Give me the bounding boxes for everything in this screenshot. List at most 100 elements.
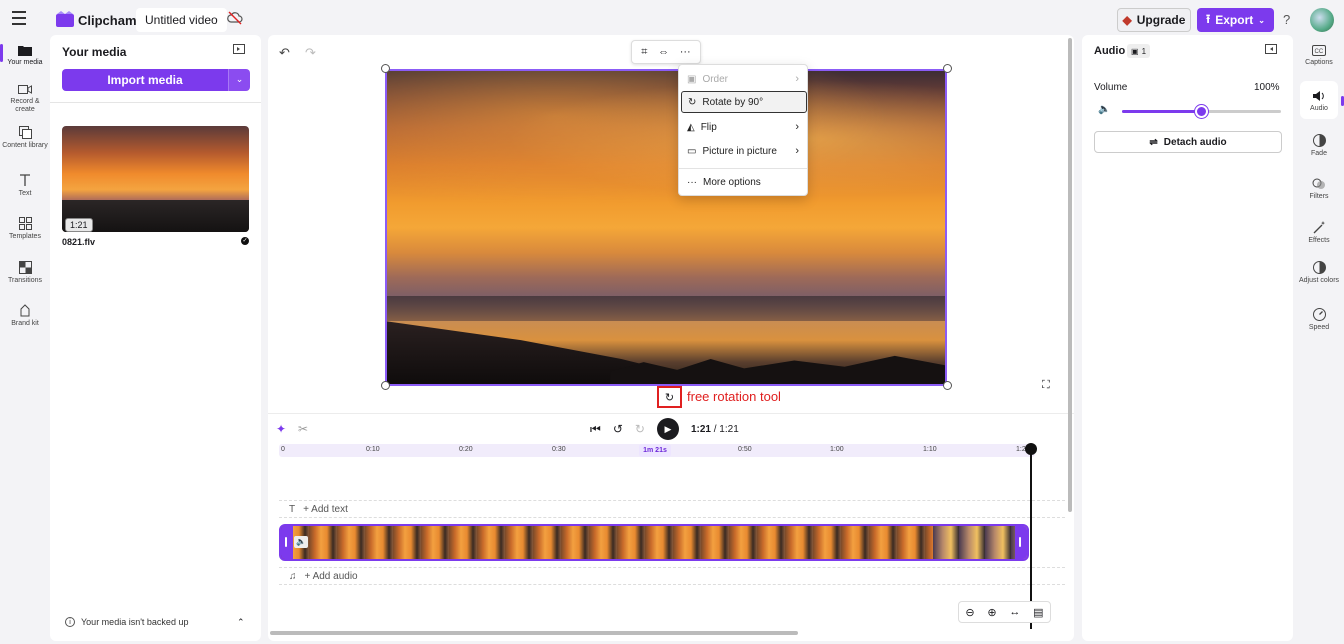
media-duration: 1:21	[65, 218, 93, 232]
ruler-tick: 0:50	[738, 446, 752, 453]
chevron-right-icon: ›	[795, 145, 799, 157]
vertical-scrollbar[interactable]	[1068, 38, 1072, 512]
music-note-icon: ♫	[289, 570, 297, 582]
effects-icon	[1313, 221, 1325, 234]
rewind-5-icon[interactable]: ↺	[613, 422, 623, 436]
resize-handle[interactable]	[943, 64, 952, 73]
fullscreen-icon[interactable]: ⛶	[1042, 379, 1050, 392]
check-icon: ✓	[241, 237, 249, 245]
grip-icon	[285, 537, 287, 547]
help-button[interactable]: ?	[1283, 12, 1290, 27]
video-clip[interactable]	[279, 524, 1029, 561]
clipchamp-logo-icon	[56, 11, 74, 27]
transitions-icon	[18, 261, 32, 274]
video-preview[interactable]	[385, 69, 947, 386]
import-media-button[interactable]: Import media	[62, 69, 228, 91]
free-rotation-button[interactable]: ↻	[657, 386, 682, 408]
fade-icon	[1312, 134, 1326, 147]
menu-item-order[interactable]: ▣ Order ›	[681, 68, 807, 90]
nav-transitions[interactable]: Transitions	[0, 261, 50, 285]
project-title[interactable]: Untitled video	[136, 8, 227, 32]
menu-item-more-options[interactable]: ··· More options	[681, 171, 807, 193]
left-nav: Your media Record & create Content libra…	[0, 38, 50, 644]
grip-icon	[1019, 537, 1021, 547]
menu-item-picture-in-picture[interactable]: ▭ Picture in picture ›	[681, 140, 807, 162]
nav-record-create[interactable]: Record & create	[0, 84, 50, 114]
media-panel-title: Your media	[62, 45, 127, 59]
more-icon[interactable]: ···	[680, 46, 691, 58]
volume-slider-thumb[interactable]	[1195, 105, 1208, 118]
detach-audio-button[interactable]: ⇌ Detach audio	[1094, 131, 1282, 153]
nav-brand-kit[interactable]: Brand kit	[0, 304, 50, 328]
export-button[interactable]: ⭱ Export ⌄	[1197, 8, 1274, 32]
zoom-in-icon[interactable]: ⊕	[987, 606, 996, 619]
backup-notice[interactable]: i Your media isn't backed up	[65, 617, 188, 627]
current-time-pill: 1m 21s	[639, 444, 671, 457]
filters-icon	[1312, 178, 1325, 189]
import-dropdown-button[interactable]: ⌄	[228, 69, 250, 91]
resize-handle[interactable]	[381, 381, 390, 390]
media-thumbnail[interactable]	[62, 126, 249, 232]
text-icon: T	[289, 503, 296, 515]
nav-captions[interactable]: CC Captions	[1297, 45, 1341, 67]
fit-timeline-icon[interactable]: ↔	[1009, 606, 1020, 618]
sparkle-icon[interactable]: ✦	[276, 422, 286, 436]
menu-icon[interactable]	[12, 11, 32, 27]
floating-toolbar: ⌗ ⇔ ···	[631, 40, 701, 64]
captions-icon: CC	[1312, 45, 1326, 56]
resize-handle[interactable]	[381, 64, 390, 73]
right-nav: CC Captions Audio Fade Filters Effects Ad…	[1297, 38, 1344, 644]
order-icon: ▣	[687, 73, 697, 85]
more-icon: ···	[687, 176, 697, 188]
zoom-out-icon[interactable]: ⊖	[965, 606, 974, 619]
nav-speed[interactable]: Speed	[1297, 308, 1341, 332]
nav-filters[interactable]: Filters	[1297, 178, 1341, 201]
audio-panel-title: Audio	[1094, 45, 1126, 57]
scissors-icon[interactable]: ✂	[298, 422, 308, 436]
cloud-off-icon[interactable]	[227, 11, 243, 25]
nav-fade[interactable]: Fade	[1297, 134, 1341, 158]
video-trees	[610, 355, 945, 384]
nav-text[interactable]: Text	[0, 174, 50, 198]
upgrade-button[interactable]: ◆ Upgrade	[1117, 8, 1191, 32]
clip-trim-handle-left[interactable]	[281, 526, 293, 559]
text-track[interactable]: T + Add text	[279, 500, 1065, 518]
skip-back-icon[interactable]: ⏮	[590, 422, 601, 437]
speaker-icon[interactable]: 🔈	[1098, 104, 1110, 115]
nav-your-media[interactable]: Your media	[0, 44, 50, 67]
chevron-down-icon: ⌄	[1258, 15, 1265, 25]
collapse-panel-icon[interactable]	[1265, 44, 1277, 54]
fit-icon[interactable]: ⇔	[658, 46, 669, 58]
undo-icon[interactable]: ↶	[279, 45, 290, 61]
ruler-tick: 0	[281, 446, 285, 453]
clip-audio-icon[interactable]: 🔈	[294, 536, 308, 548]
timeline-settings-icon[interactable]: ▤	[1033, 606, 1043, 619]
collapse-panel-icon[interactable]	[233, 44, 245, 54]
avatar[interactable]	[1310, 8, 1334, 32]
nav-audio[interactable]: Audio	[1297, 90, 1341, 113]
crop-icon[interactable]: ⌗	[641, 46, 647, 59]
audio-panel: Audio ▣ 1 Volume 100% 🔈 ⇌ Detach audio	[1082, 35, 1293, 641]
speaker-icon	[1313, 91, 1324, 101]
nav-effects[interactable]: Effects	[1297, 221, 1341, 245]
diamond-icon: ◆	[1122, 13, 1132, 27]
play-button[interactable]: ▶	[656, 418, 679, 440]
nav-content-library[interactable]: Content library	[0, 126, 50, 150]
media-file-name: 0821.flv	[62, 237, 96, 247]
playhead-knob[interactable]	[1025, 443, 1037, 455]
text-icon	[20, 174, 30, 186]
nav-adjust-colors[interactable]: Adjust colors	[1297, 261, 1341, 285]
nav-templates[interactable]: Templates	[0, 217, 50, 241]
camera-icon	[18, 85, 32, 94]
video-hills	[387, 296, 945, 322]
forward-5-icon[interactable]: ↻	[635, 422, 645, 436]
menu-item-rotate-90[interactable]: ↻ Rotate by 90°	[681, 91, 807, 113]
speed-icon	[1312, 308, 1326, 321]
audio-track[interactable]: ♫ + Add audio	[279, 567, 1065, 585]
clip-trim-handle-right[interactable]	[1015, 526, 1027, 559]
resize-handle[interactable]	[943, 381, 952, 390]
redo-icon[interactable]: ↷	[305, 45, 316, 61]
chevron-up-icon[interactable]: ⌃	[237, 617, 245, 628]
horizontal-scrollbar[interactable]	[270, 631, 798, 635]
menu-item-flip[interactable]: ◭ Flip ›	[681, 116, 807, 138]
